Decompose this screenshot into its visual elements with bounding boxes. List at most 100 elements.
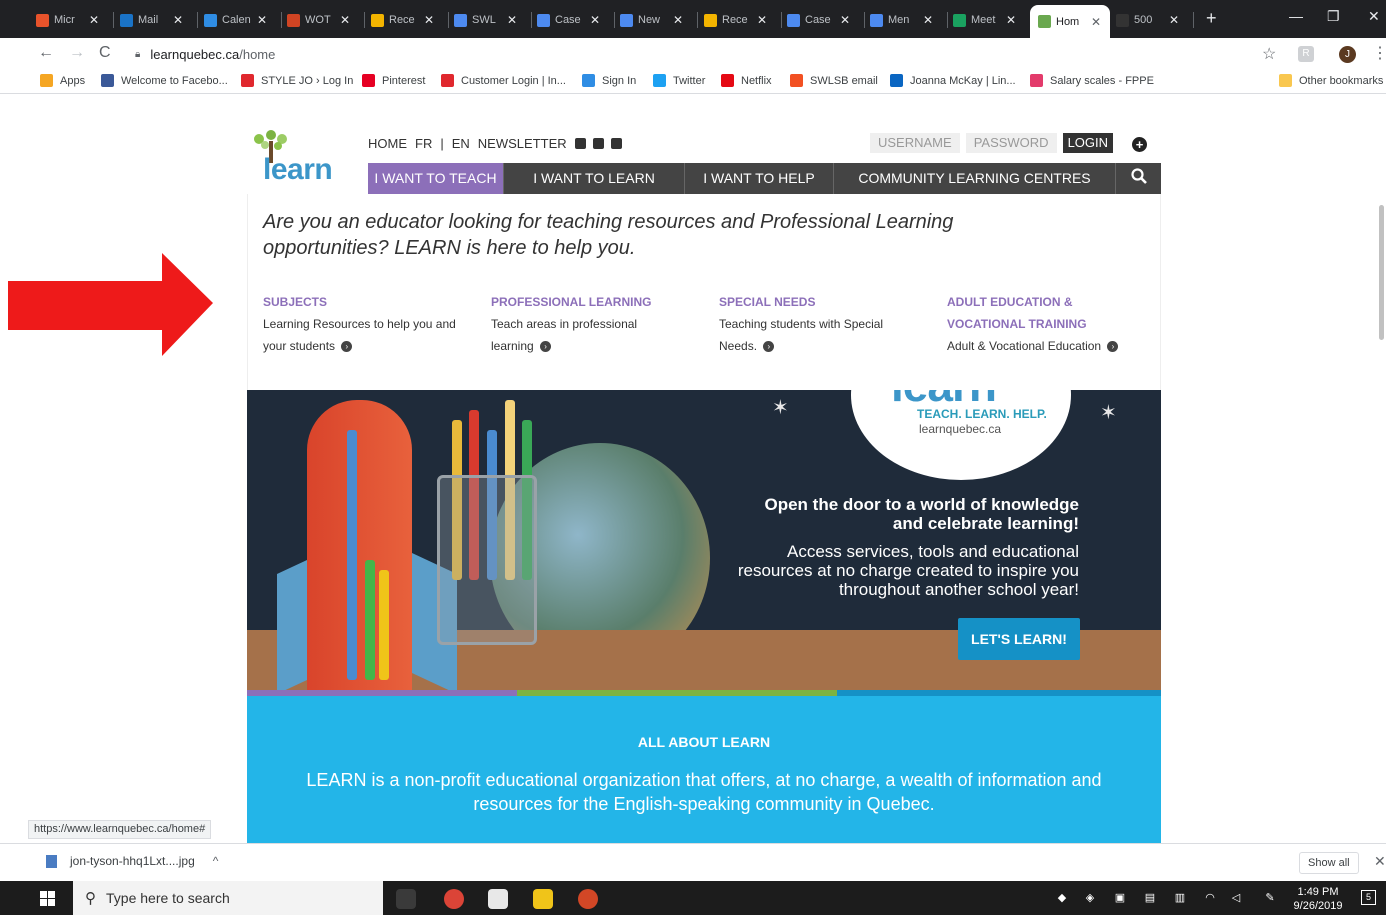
bookmark-item[interactable]: Twitter <box>653 74 705 87</box>
bookmark-item[interactable]: Pinterest <box>362 74 425 87</box>
notification-icon[interactable]: 5 <box>1361 890 1376 905</box>
nav-community-learning-centres[interactable]: COMMUNITY LEARNING CENTRES <box>834 163 1116 194</box>
learn-logo[interactable]: learn <box>247 129 357 191</box>
extension-icon[interactable]: R <box>1298 46 1314 62</box>
lets-learn-button[interactable]: LET'S LEARN! <box>958 618 1080 660</box>
close-icon[interactable]: ✕ <box>1006 13 1016 27</box>
column-heading[interactable]: PROFESSIONAL LEARNING <box>491 291 701 313</box>
column-professional-learning[interactable]: PROFESSIONAL LEARNING Teach areas in pro… <box>491 291 701 357</box>
chevron-up-icon[interactable]: ^ <box>213 854 219 868</box>
close-icon[interactable]: ✕ <box>673 13 683 27</box>
close-icon[interactable]: ✕ <box>840 13 850 27</box>
youtube-icon[interactable] <box>610 138 622 149</box>
facebook-icon[interactable] <box>592 138 604 149</box>
close-icon[interactable]: ✕ <box>1169 13 1179 27</box>
bookmark-item[interactable]: Customer Login | In... <box>441 74 566 87</box>
home-link[interactable]: HOME <box>368 136 407 151</box>
bookmark-item[interactable]: STYLE JO › Log In <box>241 74 353 87</box>
nav-i-want-to-teach[interactable]: I WANT TO TEACH <box>368 163 504 194</box>
address-bar[interactable]: 🔒︎ learnquebec.ca/home <box>125 41 1275 67</box>
close-icon[interactable]: ✕ <box>1091 15 1101 29</box>
bookmark-item[interactable]: Sign In <box>582 74 636 87</box>
browser-tab[interactable]: Rece ✕ <box>704 8 782 32</box>
bookmark-item[interactable]: Salary scales - FPPE <box>1030 74 1154 87</box>
bookmark-item[interactable]: Joanna McKay | Lin... <box>890 74 1016 87</box>
clock[interactable]: 1:49 PM 9/26/2019 <box>1290 885 1346 913</box>
browser-tab[interactable]: Calen ✕ <box>204 8 282 32</box>
tray-icon[interactable]: ▥ <box>1173 891 1187 905</box>
file-explorer-icon[interactable] <box>533 889 553 909</box>
browser-tab[interactable]: Rece ✕ <box>371 8 449 32</box>
close-icon[interactable]: ✕ <box>89 13 99 27</box>
close-icon[interactable]: ✕ <box>1374 853 1386 870</box>
browser-tab[interactable]: Men ✕ <box>870 8 948 32</box>
column-heading[interactable]: ADULT EDUCATION & VOCATIONAL TRAINING <box>947 291 1107 335</box>
bookmark-item[interactable]: Netflix <box>721 74 772 87</box>
username-input[interactable]: USERNAME <box>870 133 960 153</box>
tray-icon[interactable]: ◆ <box>1055 891 1069 905</box>
nav-i-want-to-learn[interactable]: I WANT TO LEARN <box>504 163 685 194</box>
reload-icon[interactable]: C <box>99 44 111 62</box>
password-input[interactable]: PASSWORD <box>965 133 1057 153</box>
window-close-icon[interactable]: ✕ <box>1368 8 1380 25</box>
browser-tab[interactable]: 500 ✕ <box>1116 8 1194 32</box>
chrome-icon[interactable] <box>444 889 464 909</box>
vertical-scrollbar[interactable] <box>1379 205 1384 340</box>
close-icon[interactable]: ✕ <box>507 13 517 27</box>
column-heading[interactable]: SPECIAL NEEDS <box>719 291 929 313</box>
windows-start-icon[interactable] <box>40 891 55 906</box>
show-all-button[interactable]: Show all <box>1299 852 1359 874</box>
arrow-circle-icon[interactable]: › <box>1107 341 1119 353</box>
browser-tab[interactable]: Meet ✕ <box>953 8 1031 32</box>
column-subjects[interactable]: SUBJECTS Learning Resources to help you … <box>263 291 473 357</box>
window-restore-icon[interactable]: ❐ <box>1327 8 1340 25</box>
column-heading[interactable]: SUBJECTS <box>263 291 473 313</box>
close-icon[interactable]: ✕ <box>173 13 183 27</box>
twitter-icon[interactable] <box>574 138 586 149</box>
forward-icon[interactable]: → <box>69 44 85 62</box>
fr-link[interactable]: FR <box>415 136 432 151</box>
taskbar-search[interactable]: ⚲ Type here to search <box>73 881 383 915</box>
mail-app-icon[interactable] <box>488 889 508 909</box>
browser-tab[interactable]: Mail ✕ <box>120 8 198 32</box>
arrow-circle-icon[interactable]: › <box>341 341 353 353</box>
new-tab-button[interactable]: + <box>1206 9 1217 27</box>
search-icon[interactable] <box>1116 163 1161 194</box>
bookmark-item[interactable]: Apps <box>40 74 85 87</box>
login-button[interactable]: LOGIN <box>1062 133 1114 153</box>
close-icon[interactable]: ✕ <box>257 13 267 27</box>
browser-tab[interactable]: WOT ✕ <box>287 8 365 32</box>
arrow-circle-icon[interactable]: › <box>763 341 775 353</box>
volume-icon[interactable]: ◁ <box>1229 891 1243 905</box>
browser-tab[interactable]: Micr ✕ <box>36 8 114 32</box>
newsletter-link[interactable]: NEWSLETTER <box>478 136 567 151</box>
browser-tab[interactable]: SWL ✕ <box>454 8 532 32</box>
close-icon[interactable]: ✕ <box>923 13 933 27</box>
bookmark-star-icon[interactable]: ☆ <box>1262 44 1276 64</box>
window-minimize-icon[interactable]: — <box>1289 8 1303 24</box>
close-icon[interactable]: ✕ <box>590 13 600 27</box>
tray-icon[interactable]: ▤ <box>1143 891 1157 905</box>
browser-tab[interactable]: Hom ✕ <box>1030 5 1110 38</box>
browser-tab[interactable]: Case ✕ <box>787 8 865 32</box>
plus-circle-icon[interactable]: + <box>1132 137 1147 152</box>
nav-i-want-to-help[interactable]: I WANT TO HELP <box>685 163 834 194</box>
column-special-needs[interactable]: SPECIAL NEEDS Teaching students with Spe… <box>719 291 929 357</box>
close-icon[interactable]: ✕ <box>757 13 767 27</box>
browser-tab[interactable]: New ✕ <box>620 8 698 32</box>
bookmark-item[interactable]: Welcome to Facebo... <box>101 74 228 87</box>
profile-avatar[interactable]: J <box>1339 46 1356 63</box>
tray-icon[interactable]: ◈ <box>1083 891 1097 905</box>
pen-icon[interactable]: ✎ <box>1263 891 1277 905</box>
powerpoint-icon[interactable] <box>578 889 598 909</box>
task-view-icon[interactable] <box>396 889 416 909</box>
bookmark-item[interactable]: SWLSB email <box>790 74 878 87</box>
tray-icon[interactable]: ▣ <box>1113 891 1127 905</box>
other-bookmarks[interactable]: Other bookmarks <box>1279 74 1383 87</box>
browser-tab[interactable]: Case ✕ <box>537 8 615 32</box>
close-icon[interactable]: ✕ <box>340 13 350 27</box>
close-icon[interactable]: ✕ <box>424 13 434 27</box>
wifi-icon[interactable]: ◠ <box>1203 891 1217 905</box>
column-adult-education[interactable]: ADULT EDUCATION & VOCATIONAL TRAINING Ad… <box>947 291 1157 357</box>
download-item[interactable]: jon-tyson-hhq1Lxt....jpg ^ <box>46 854 218 868</box>
